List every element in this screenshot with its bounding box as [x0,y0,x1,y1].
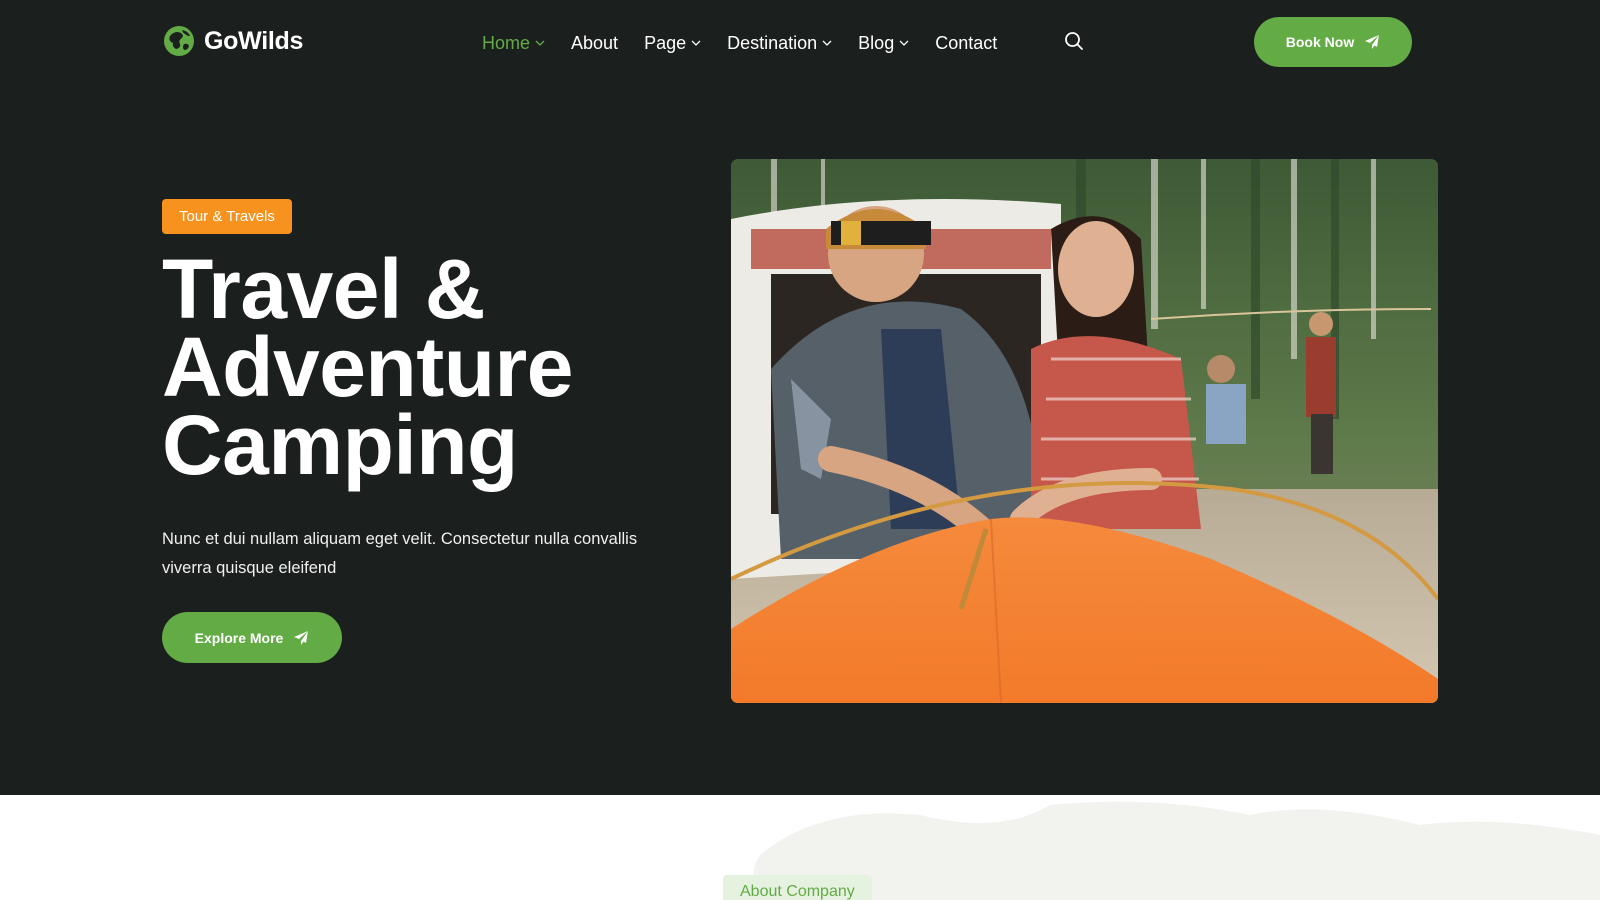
chevron-down-icon [535,40,545,46]
book-now-label: Book Now [1285,34,1355,50]
chevron-down-icon [822,40,832,46]
nav-item-page[interactable]: Page [644,33,701,54]
nav-item-label: Page [644,32,687,53]
nav-item-label: About [571,32,619,53]
hero-image [731,159,1438,703]
brand-name: GoWilds [204,26,304,55]
paper-plane-icon [294,630,309,645]
search-icon[interactable] [1063,30,1085,52]
paper-plane-icon [1365,35,1380,49]
nav-item-label: Contact [935,32,998,53]
globe-logo-icon [164,26,194,56]
explore-more-label: Explore More [194,629,284,646]
category-badge: Tour & Travels [162,199,292,234]
about-section: About Company [0,795,1600,900]
hero-title-line: Camping [162,398,518,492]
nav-item-contact[interactable]: Contact [935,33,997,54]
nav-item-home[interactable]: Home [482,33,545,54]
chevron-down-icon [691,40,701,46]
nav-item-label: Home [482,32,531,53]
hero-title: Travel & Adventure Camping [162,242,682,492]
chevron-down-icon [899,40,909,46]
camping-photo-illustration [731,159,1438,703]
nav-item-label: Destination [727,32,818,53]
book-now-button[interactable]: Book Now [1254,17,1412,67]
main-nav: Home About Page Destination Blog Contact [482,30,1023,56]
hero-title-line: Travel & [162,242,485,336]
nav-item-about[interactable]: About [571,33,618,54]
nav-item-blog[interactable]: Blog [858,33,909,54]
hero-section: GoWilds Home About Page Destination Blog… [0,0,1600,795]
nav-item-label: Blog [858,32,895,53]
hero-title-line: Adventure [162,320,573,414]
hero-description: Nunc et dui nullam aliquam eget velit. C… [162,530,638,577]
about-company-label: About Company [723,875,872,900]
logo[interactable]: GoWilds [162,24,303,58]
explore-more-button[interactable]: Explore More [162,612,342,663]
nav-item-destination[interactable]: Destination [727,33,832,54]
